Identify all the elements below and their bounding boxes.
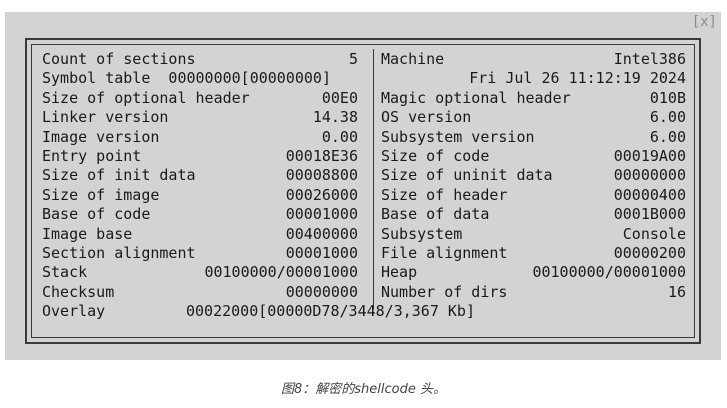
right-field-row: Size of uninit data 00000000 <box>381 166 686 185</box>
field-label: File alignment <box>381 244 508 262</box>
field-label: Image version <box>42 127 160 146</box>
field-value: 00019A00 <box>613 147 686 165</box>
field-label: Size of image <box>42 185 160 204</box>
field-label: Subsystem <box>381 224 463 243</box>
field-value: 00022000[00000D78/3448/3,367 Kb] <box>186 302 475 321</box>
right-field-row: Size of header 00000400 <box>381 186 686 205</box>
left-field-row: Linker version 14.38 <box>42 108 358 127</box>
field-label: OS version <box>381 108 472 127</box>
right-field-row: Machine Intel386 <box>381 50 686 69</box>
field-value: 00100000/00001000 <box>204 263 358 282</box>
field-label: Checksum <box>42 282 115 301</box>
right-field-row: Base of data 0001B000 <box>381 205 686 224</box>
field-value: 5 <box>348 50 358 68</box>
field-value: 00000400 <box>613 185 686 204</box>
left-field-row: Section alignment 00001000 <box>42 244 358 263</box>
right-field-row: Subsystem Console <box>381 225 686 244</box>
left-field-row: Count of sections 5 <box>42 50 358 69</box>
field-label: Size of optional header <box>42 88 250 107</box>
field-label: Size of init data <box>42 166 196 185</box>
left-field-row: Checksum 00000000 <box>42 283 358 302</box>
left-field-row: Image base 00400000 <box>42 225 358 244</box>
right-field-row: OS version 6.00 <box>381 108 686 127</box>
field-value: 00000000 <box>285 282 358 301</box>
left-field-row: Symbol table 00000000[00000000] <box>42 69 358 88</box>
field-value: 6.00 <box>649 127 686 146</box>
field-value: 00026000 <box>285 185 358 204</box>
right-field-row: Magic optional header 010B <box>381 89 686 108</box>
right-field-row: Heap 00100000/00001000 <box>381 263 686 282</box>
field-label: Overlay <box>42 302 106 321</box>
field-value: 14.38 <box>312 108 358 127</box>
field-value: 16 <box>667 282 686 301</box>
right-field-row: Fri Jul 26 11:12:19 2024 <box>381 69 686 88</box>
left-field-row: Size of image 00026000 <box>42 186 358 205</box>
field-label: Number of dirs <box>381 282 508 301</box>
field-label: Magic optional header <box>381 88 571 107</box>
field-label: Entry point <box>42 147 142 165</box>
field-value: 00001000 <box>285 205 358 224</box>
field-value: 00400000 <box>285 224 358 243</box>
field-value: 00001000 <box>285 244 358 262</box>
field-label: Machine <box>381 50 445 68</box>
right-field-row: Subsystem version 6.00 <box>381 128 686 147</box>
column-divider <box>373 49 374 309</box>
field-label: Heap <box>381 263 418 282</box>
field-label: Linker version <box>42 108 169 127</box>
field-label: Symbol table 00000000[00000000] <box>42 69 331 88</box>
left-field-row: Size of optional header 00E0 <box>42 89 358 108</box>
left-field-row: Base of code 00001000 <box>42 205 358 224</box>
left-field-row: Image version 0.00 <box>42 128 358 147</box>
field-label: Base of code <box>42 205 151 224</box>
field-value: 010B <box>649 88 686 107</box>
field-value: 0001B000 <box>613 205 686 224</box>
field-label: Size of header <box>381 185 508 204</box>
field-value: Console <box>622 224 686 243</box>
overlay-field-row: Overlay 00022000[00000D78/3448/3,367 Kb] <box>42 302 682 321</box>
field-value: 6.00 <box>649 108 686 127</box>
close-button[interactable]: [x] <box>692 14 717 30</box>
field-value: 0.00 <box>321 127 358 146</box>
left-field-row: Stack 00100000/00001000 <box>42 263 358 282</box>
left-field-row: Size of init data 00008800 <box>42 166 358 185</box>
field-value: 00000200 <box>613 244 686 262</box>
pe-header-inner-frame: Count of sections 5 Symbol table 00000000[… <box>31 44 695 338</box>
field-label: Size of code <box>381 147 490 165</box>
field-label: Image base <box>42 224 133 243</box>
field-label: Stack <box>42 263 88 282</box>
field-label: Section alignment <box>42 244 196 262</box>
field-value: 00E0 <box>321 88 358 107</box>
field-label: Base of data <box>381 205 490 224</box>
console-window: [x] Count of sections 5 Symbol table 00000… <box>5 12 721 360</box>
field-value: 00018E36 <box>285 147 358 165</box>
field-value: 00000000 <box>613 166 686 185</box>
left-field-row: Entry point 00018E36 <box>42 147 358 166</box>
field-value: Intel386 <box>613 50 686 68</box>
pe-header-panel: Count of sections 5 Symbol table 00000000[… <box>25 38 701 344</box>
right-field-row: Number of dirs 16 <box>381 283 686 302</box>
figure-caption: 图8：解密的shellcode 头。 <box>281 382 446 397</box>
field-label: Subsystem version <box>381 127 535 146</box>
right-field-row: File alignment 00000200 <box>381 244 686 263</box>
field-label: Size of uninit data <box>381 166 553 185</box>
field-label: Count of sections <box>42 50 196 68</box>
field-value: 00100000/00001000 <box>532 263 686 282</box>
field-value: Fri Jul 26 11:12:19 2024 <box>469 69 686 88</box>
right-field-row: Size of code 00019A00 <box>381 147 686 166</box>
field-value: 00008800 <box>285 166 358 185</box>
